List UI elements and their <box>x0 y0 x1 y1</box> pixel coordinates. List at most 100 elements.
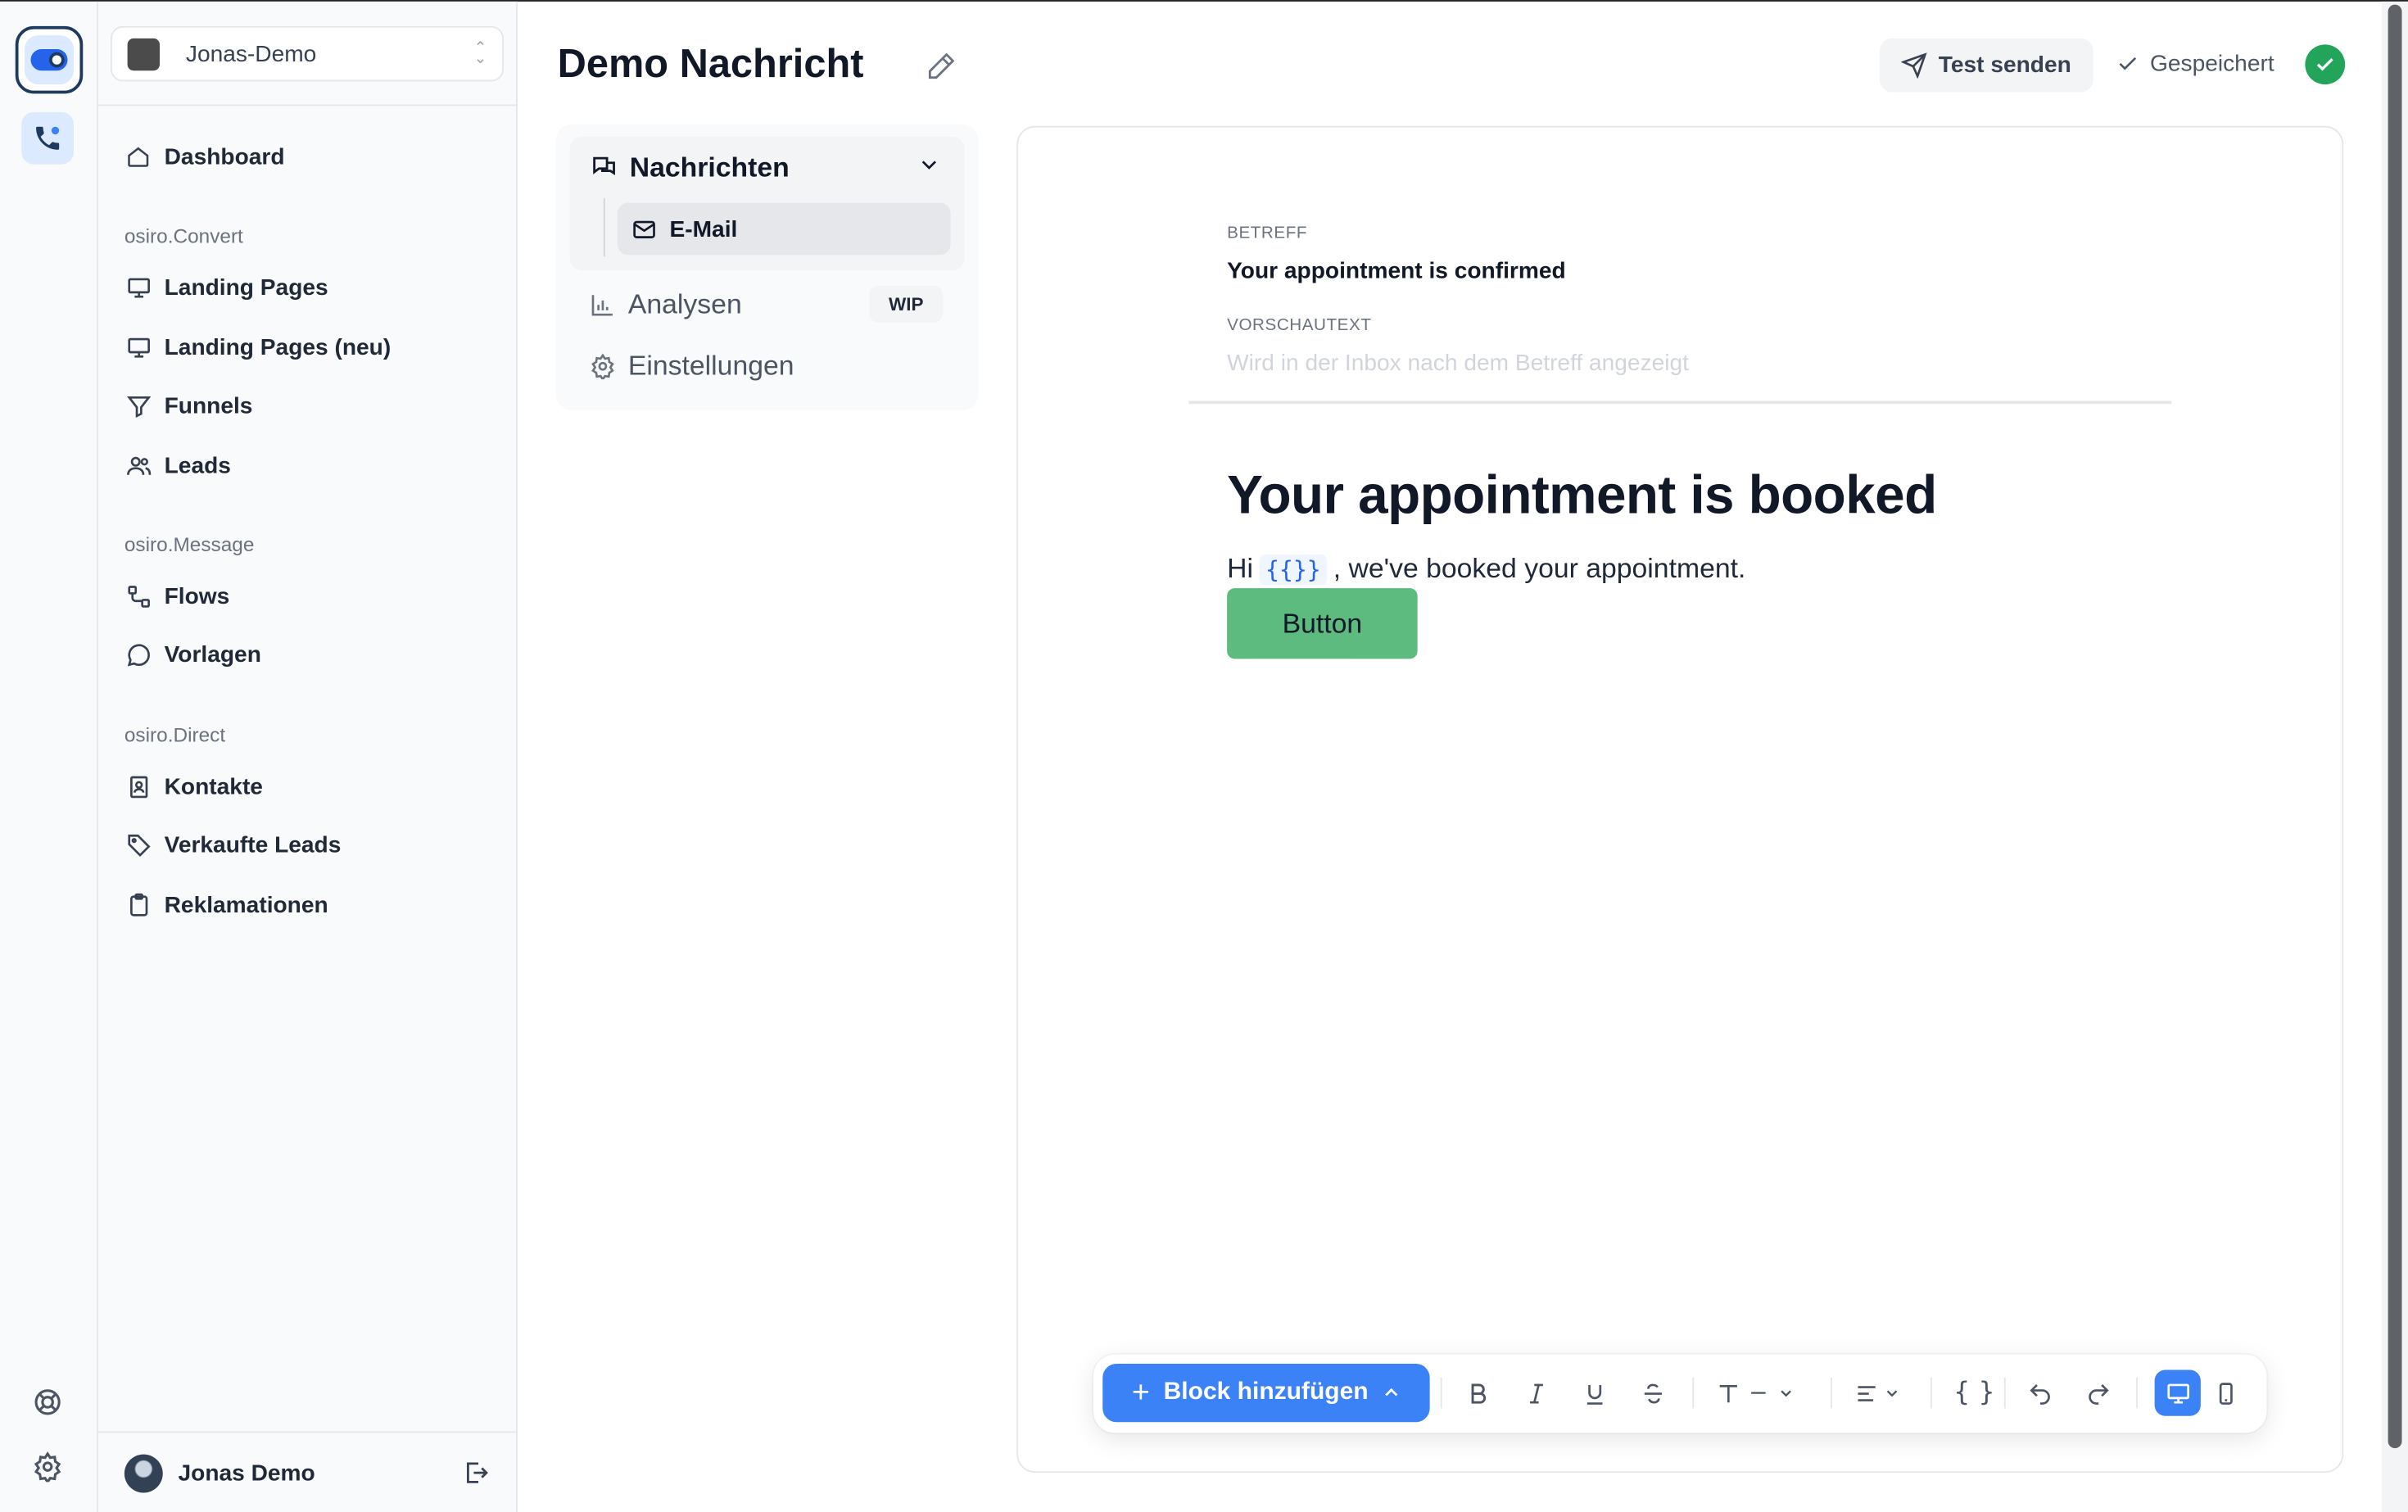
preview-text-label: VORSCHAUTEXT <box>1227 316 1372 335</box>
user-profile[interactable]: Jonas Demo <box>124 1453 315 1493</box>
subnav-tree-line <box>603 197 605 257</box>
sidebar-item-label: Flows <box>164 582 230 609</box>
editor-divider <box>1188 401 2172 405</box>
page-title: Demo Nachricht <box>557 39 864 86</box>
test-send-button[interactable]: Test senden <box>1880 38 2093 93</box>
workspace-avatar <box>127 37 160 70</box>
chevron-down-icon <box>1886 1390 1898 1397</box>
scrollbar-thumb[interactable] <box>2388 4 2402 1449</box>
subnav-analysen-label: Analysen <box>627 287 742 319</box>
sidebar-item-vorlagen[interactable]: Vorlagen <box>124 633 261 677</box>
font-size-dropdown[interactable] <box>1715 1376 1794 1410</box>
flow-icon <box>124 582 152 610</box>
subnav-einstellungen-label: Einstellungen <box>627 349 794 381</box>
subnav-item-einstellungen[interactable]: Einstellungen <box>590 347 794 384</box>
messages-icon <box>593 156 615 176</box>
subject-field[interactable]: Your appointment is confirmed <box>1227 258 1566 284</box>
monitor-icon <box>124 333 152 361</box>
redo-icon[interactable] <box>2085 1376 2112 1410</box>
sidebar-item-label: Reklamationen <box>164 891 328 918</box>
help-lifebuoy-icon[interactable] <box>31 1385 65 1419</box>
app-root: Jonas-Demo ⌃ ⌄ Dashboard osiro.Convert La… <box>0 0 2408 1512</box>
add-block-button[interactable]: + Block hinzufügen <box>1102 1364 1430 1423</box>
variable-braces-icon[interactable]: { } <box>1953 1376 1995 1410</box>
email-editor-canvas <box>1016 125 2344 1474</box>
sidebar-item-label: Funnels <box>164 392 253 419</box>
align-left-icon <box>1858 1385 1876 1401</box>
contact-book-icon <box>124 772 152 800</box>
email-paragraph[interactable]: Hi {{}} , we've booked your appointment. <box>1227 553 1745 585</box>
sidebar-item-funnels[interactable]: Funnels <box>124 384 253 428</box>
italic-icon[interactable] <box>1523 1376 1550 1410</box>
logout-icon[interactable] <box>462 1459 490 1487</box>
saved-status: Gespeichert <box>2116 51 2274 77</box>
gear-icon[interactable] <box>31 1450 65 1483</box>
wip-badge: WIP <box>869 285 944 323</box>
strikethrough-icon[interactable] <box>1641 1376 1667 1410</box>
sidebar-item-label: Dashboard <box>164 143 285 170</box>
paragraph-text: , we've booked your appointment. <box>1333 553 1746 584</box>
toggle-logo-icon <box>30 49 68 71</box>
check-icon <box>2119 57 2137 70</box>
bold-icon[interactable] <box>1465 1376 1491 1410</box>
email-heading[interactable]: Your appointment is booked <box>1227 465 1937 527</box>
dash-icon <box>1751 1392 1766 1394</box>
sidebar-item-verkaufte-leads[interactable]: Verkaufte Leads <box>124 823 341 867</box>
sidebar-item-label: Verkaufte Leads <box>164 831 342 858</box>
workspace-name: Jonas-Demo <box>185 40 317 67</box>
sidebar-item-label: Vorlagen <box>164 641 261 668</box>
avatar <box>124 1453 163 1492</box>
toolbar-separator <box>1930 1377 1932 1409</box>
filter-icon <box>124 392 152 419</box>
tag-icon <box>124 831 152 858</box>
nav-group-message: osiro.Message <box>124 532 255 556</box>
sidebar-divider <box>98 104 518 106</box>
toolbar-separator <box>2136 1377 2138 1409</box>
sidebar-item-landing-pages-neu[interactable]: Landing Pages (neu) <box>124 326 391 369</box>
workspace-select[interactable]: Jonas-Demo ⌃ ⌄ <box>111 25 504 82</box>
subnav-messages-header[interactable]: Nachrichten <box>590 149 790 186</box>
chevron-down-icon[interactable] <box>918 154 939 183</box>
chevron-down-icon <box>1781 1390 1791 1397</box>
sidebar-item-label: Kontakte <box>164 773 263 799</box>
sidebar-item-kontakte[interactable]: Kontakte <box>124 765 263 808</box>
monitor-icon <box>124 274 152 301</box>
toolbar-separator <box>1831 1377 1832 1409</box>
paragraph-greeting: Hi <box>1227 553 1253 584</box>
nav-group-direct: osiro.Direct <box>124 723 226 747</box>
user-name: Jonas Demo <box>178 1460 315 1487</box>
undo-icon[interactable] <box>2027 1376 2053 1410</box>
mobile-view-button[interactable] <box>2213 1376 2239 1410</box>
text-icon <box>1719 1384 1737 1402</box>
underline-icon[interactable] <box>1582 1376 1608 1410</box>
add-block-label: Block hinzufügen <box>1163 1378 1369 1406</box>
sidebar-item-landing-pages[interactable]: Landing Pages <box>124 265 328 309</box>
sidebar-item-reklamationen[interactable]: Reklamationen <box>124 883 328 926</box>
email-cta-button[interactable]: Button <box>1227 588 1418 659</box>
message-circle-icon <box>124 641 152 668</box>
toolbar-separator <box>1440 1377 1442 1409</box>
home-icon <box>124 143 152 170</box>
sidebar-item-flows[interactable]: Flows <box>124 574 229 618</box>
sidebar-item-label: Leads <box>164 452 231 479</box>
plus-icon: + <box>1131 1375 1150 1410</box>
sidebar-item-label: Landing Pages (neu) <box>164 333 392 360</box>
sidebar-item-leads[interactable]: Leads <box>124 444 231 487</box>
variable-chip[interactable]: {{}} <box>1259 553 1328 585</box>
preview-text-field[interactable]: Wird in der Inbox nach dem Betreff angez… <box>1227 351 1689 377</box>
phone-icon[interactable] <box>21 111 74 165</box>
nav-group-convert: osiro.Convert <box>124 224 243 247</box>
subject-label: BETREFF <box>1227 224 1308 243</box>
icon-rail <box>0 1 98 1512</box>
saved-label: Gespeichert <box>2150 50 2274 77</box>
chevron-up-icon <box>1385 1388 1398 1397</box>
subnav-item-analysen[interactable]: Analysen <box>590 286 742 323</box>
align-dropdown[interactable] <box>1854 1376 1899 1410</box>
app-logo[interactable] <box>15 25 84 94</box>
subnav-item-email[interactable]: E-Mail <box>617 202 951 256</box>
toolbar-separator <box>2003 1377 2006 1409</box>
sidebar-item-dashboard[interactable]: Dashboard <box>124 135 285 179</box>
desktop-view-button[interactable] <box>2154 1369 2201 1416</box>
pencil-icon[interactable] <box>926 51 957 82</box>
users-icon <box>124 451 152 479</box>
